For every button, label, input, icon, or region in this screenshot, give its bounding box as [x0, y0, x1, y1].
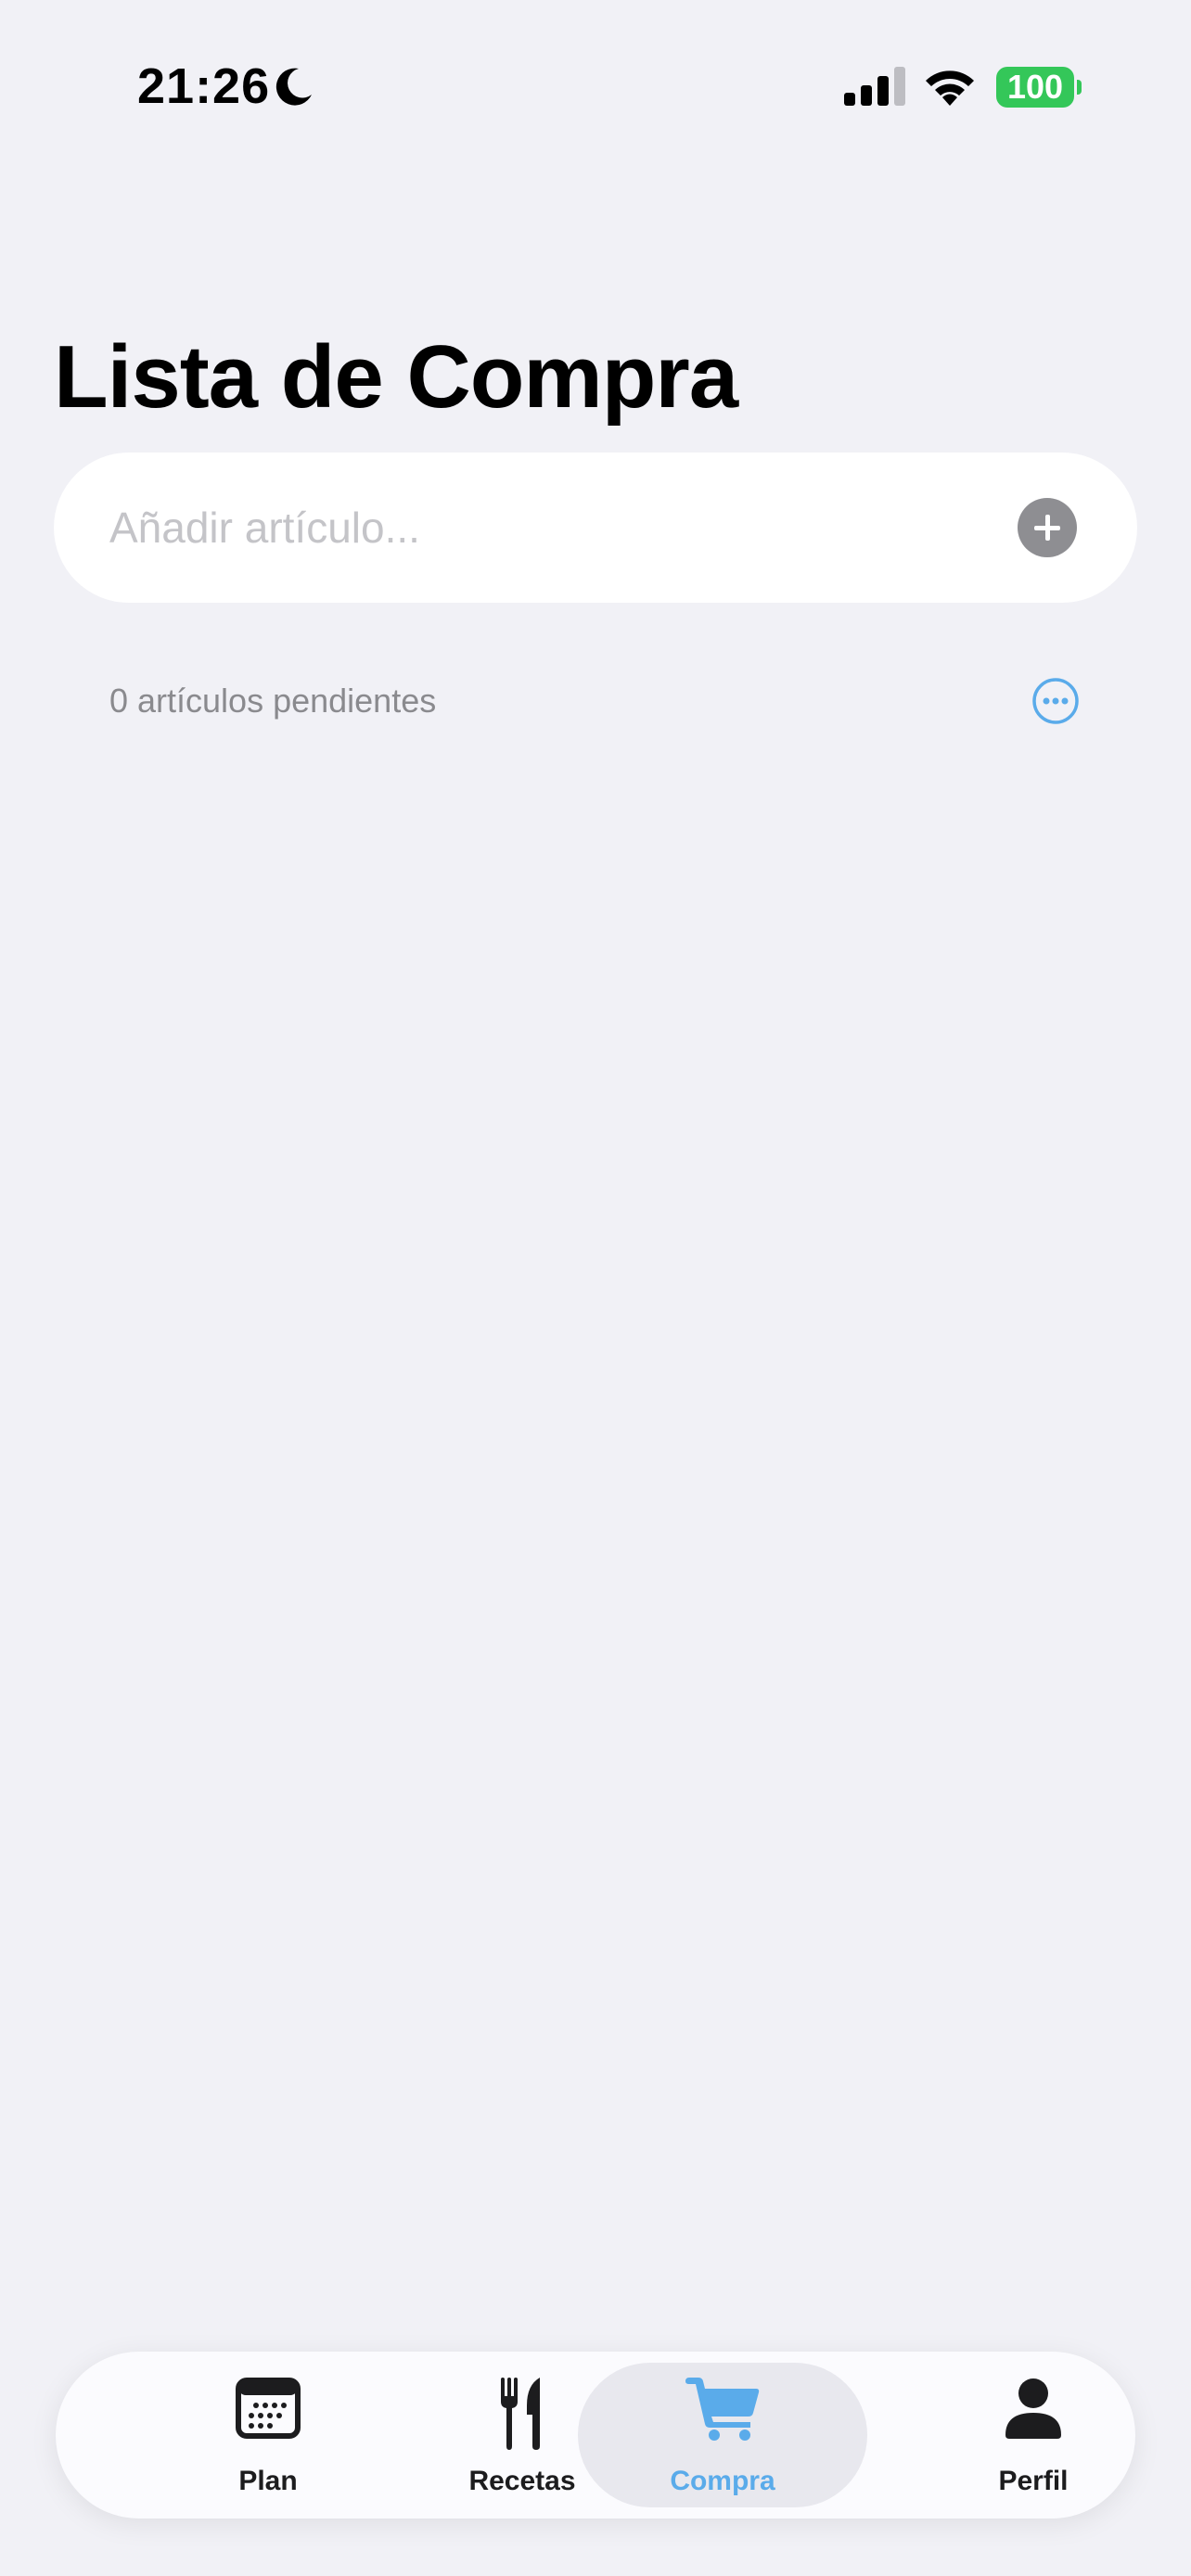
battery-level: 100 [996, 67, 1074, 108]
calendar-icon [236, 2378, 301, 2439]
plus-icon [1034, 515, 1060, 541]
add-item-field [54, 453, 1137, 603]
tab-plan-label: Plan [238, 2466, 298, 2496]
moon-icon [275, 68, 312, 106]
tab-compra-label: Compra [670, 2466, 775, 2496]
cellular-signal-icon [844, 67, 905, 106]
tab-plan[interactable]: Plan [123, 2363, 413, 2507]
tab-perfil-label: Perfil [998, 2466, 1069, 2496]
status-bar: 21:26 100 [0, 0, 1191, 176]
cart-icon [685, 2378, 760, 2441]
page-title: Lista de Compra [54, 327, 738, 427]
more-options-icon[interactable] [1031, 677, 1080, 725]
person-icon [1005, 2378, 1061, 2439]
pending-items-count: 0 artículos pendientes [109, 682, 437, 720]
battery-cap [1077, 80, 1082, 95]
tab-perfil[interactable]: Perfil [889, 2363, 1178, 2507]
wifi-icon [926, 70, 974, 106]
tab-bar: Plan Recetas Compra Perfil [56, 2352, 1135, 2519]
fork-knife-icon [501, 2378, 540, 2450]
status-time: 21:26 [137, 58, 271, 114]
add-item-input[interactable] [109, 453, 1000, 603]
battery-indicator: 100 [996, 67, 1082, 108]
add-item-button[interactable] [1018, 498, 1077, 557]
tab-compra[interactable]: Compra [578, 2363, 867, 2507]
